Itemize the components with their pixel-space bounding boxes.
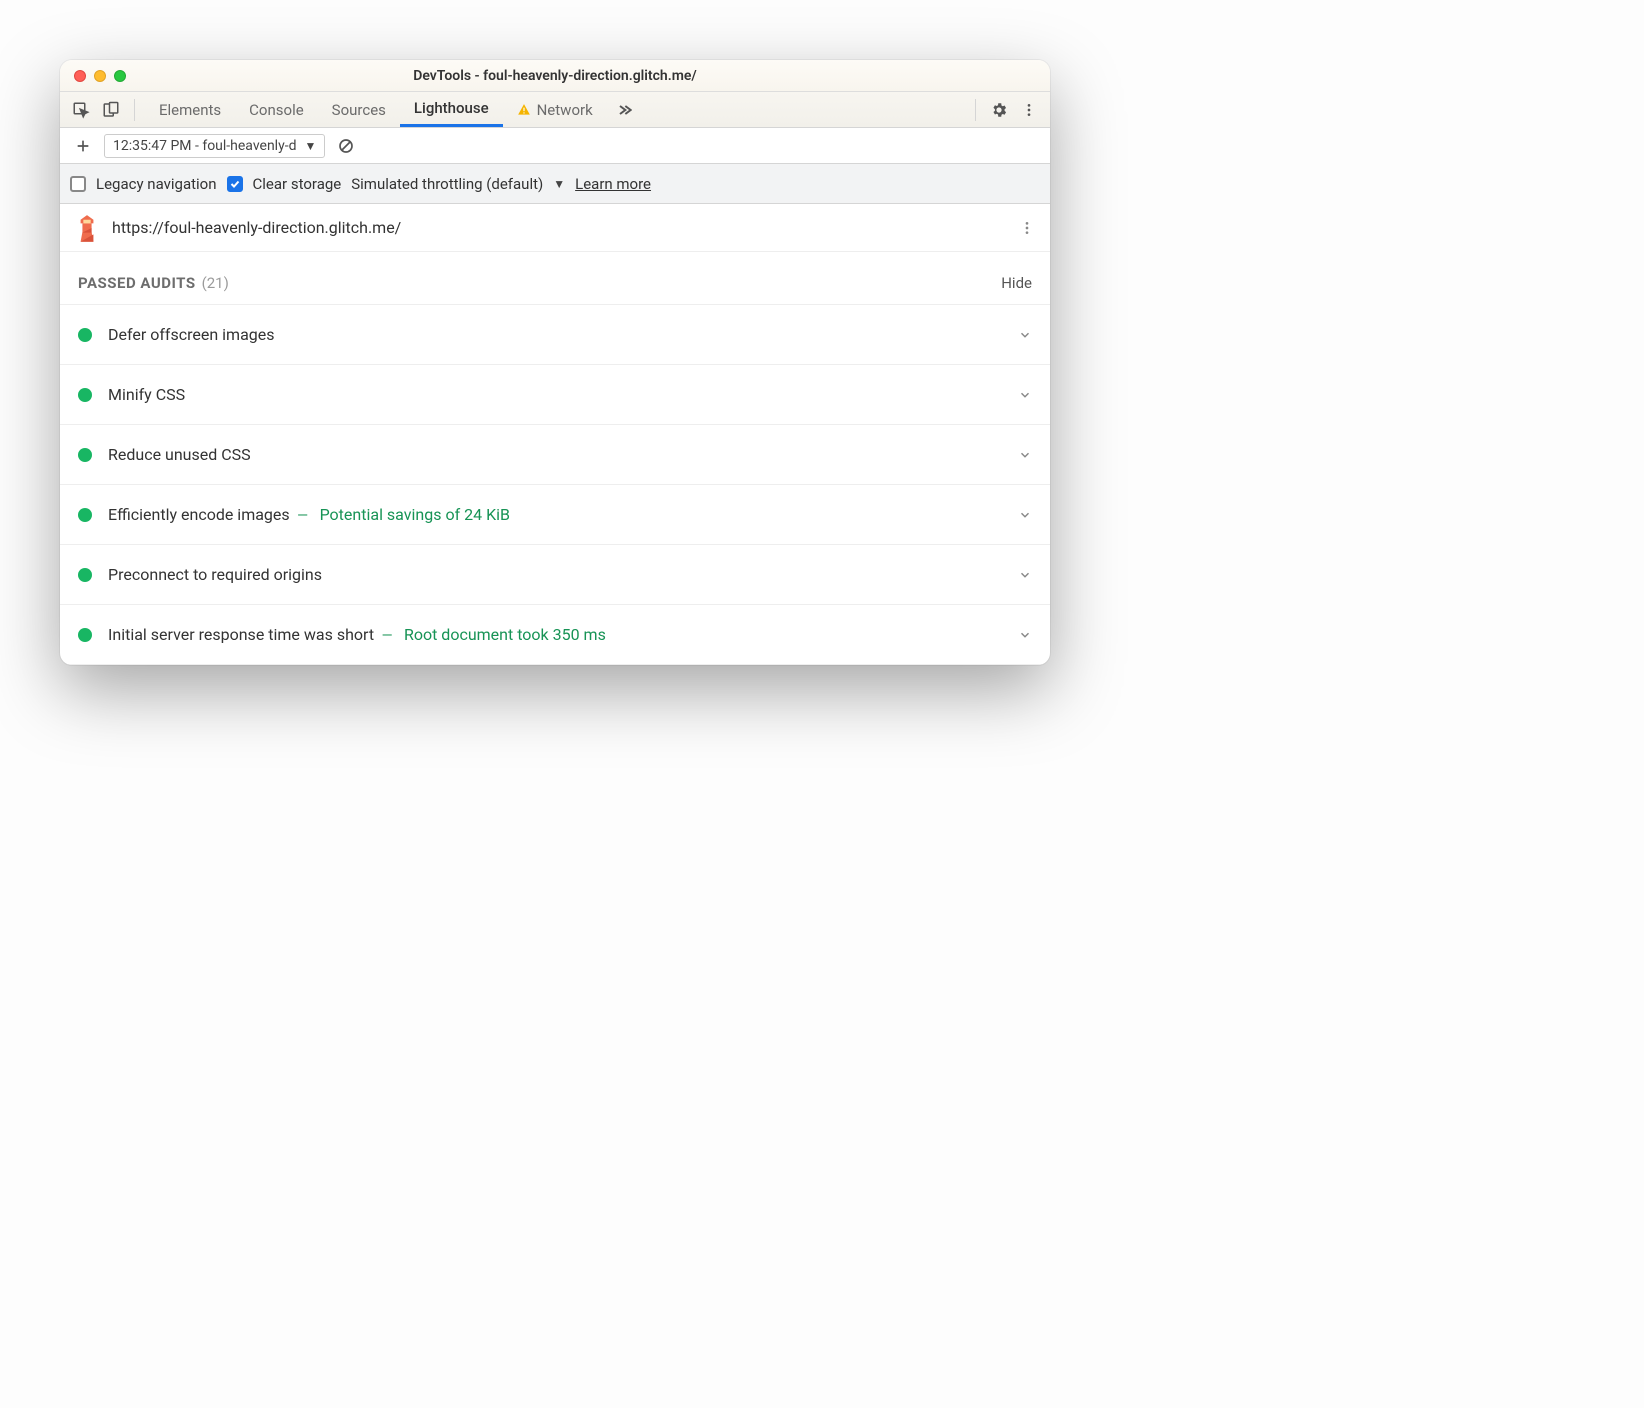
audit-row[interactable]: Minify CSS — [60, 365, 1050, 425]
audit-row[interactable]: Initial server response time was short —… — [60, 605, 1050, 665]
tab-network-label: Network — [537, 101, 593, 119]
tab-network[interactable]: Network — [503, 92, 607, 127]
dash: — — [297, 508, 308, 524]
audit-title: Reduce unused CSS — [108, 445, 251, 464]
audit-title: Preconnect to required origins — [108, 565, 322, 584]
section-count: (21) — [202, 274, 229, 292]
lighthouse-options: Legacy navigation Clear storage Simulate… — [60, 164, 1050, 204]
chevron-down-icon — [1018, 568, 1032, 582]
pass-icon — [78, 328, 92, 342]
report-urlbar: https://foul-heavenly-direction.glitch.m… — [60, 204, 1050, 252]
devtools-window: DevTools - foul-heavenly-direction.glitc… — [60, 60, 1050, 665]
audit-title: Efficiently encode images — [108, 505, 290, 524]
report-select[interactable]: 12:35:47 PM - foul-heavenly-d ▼ — [104, 134, 325, 158]
legacy-nav-checkbox[interactable] — [70, 176, 86, 192]
inspect-element-icon[interactable] — [68, 97, 94, 123]
audit-row[interactable]: Reduce unused CSS — [60, 425, 1050, 485]
lighthouse-icon — [76, 214, 98, 242]
audit-list: Defer offscreen images Minify CSS Reduce… — [60, 304, 1050, 665]
dropdown-arrow-icon: ▼ — [304, 139, 316, 153]
pass-icon — [78, 628, 92, 642]
titlebar: DevTools - foul-heavenly-direction.glitc… — [60, 60, 1050, 92]
clear-icon[interactable] — [333, 133, 359, 159]
lighthouse-toolbar: 12:35:47 PM - foul-heavenly-d ▼ — [60, 128, 1050, 164]
kebab-menu-icon[interactable] — [1016, 97, 1042, 123]
tab-console[interactable]: Console — [235, 92, 318, 127]
legacy-nav-label: Legacy navigation — [96, 175, 217, 193]
audited-url: https://foul-heavenly-direction.glitch.m… — [112, 218, 1000, 237]
audit-row[interactable]: Preconnect to required origins — [60, 545, 1050, 605]
throttling-label: Simulated throttling (default) — [351, 175, 543, 193]
divider — [134, 99, 135, 121]
chevron-down-icon — [1018, 508, 1032, 522]
audit-title: Initial server response time was short — [108, 625, 374, 644]
dash: — — [382, 628, 393, 644]
clear-storage-checkbox[interactable] — [227, 176, 243, 192]
window-controls — [60, 70, 126, 82]
audit-detail: Root document took 350 ms — [404, 625, 606, 644]
report-menu-icon[interactable] — [1014, 215, 1040, 241]
passed-audits-header[interactable]: Passed Audits (21) Hide — [60, 252, 1050, 304]
maximize-button[interactable] — [114, 70, 126, 82]
tab-elements[interactable]: Elements — [145, 92, 235, 127]
pass-icon — [78, 508, 92, 522]
tab-lighthouse[interactable]: Lighthouse — [400, 92, 503, 127]
pass-icon — [78, 568, 92, 582]
warning-icon — [517, 103, 531, 117]
tab-sources[interactable]: Sources — [318, 92, 400, 127]
clear-storage-label: Clear storage — [253, 175, 342, 193]
divider — [975, 99, 976, 121]
pass-icon — [78, 388, 92, 402]
device-toggle-icon[interactable] — [98, 97, 124, 123]
chevron-down-icon — [1018, 328, 1032, 342]
pass-icon — [78, 448, 92, 462]
chevron-down-icon — [1018, 388, 1032, 402]
hide-button[interactable]: Hide — [1001, 274, 1032, 292]
more-tabs-icon[interactable] — [611, 97, 637, 123]
new-report-icon[interactable] — [70, 133, 96, 159]
window-title: DevTools - foul-heavenly-direction.glitc… — [60, 68, 1050, 84]
learn-more-link[interactable]: Learn more — [575, 175, 651, 193]
section-title: Passed Audits — [78, 274, 196, 292]
audit-title: Defer offscreen images — [108, 325, 275, 344]
close-button[interactable] — [74, 70, 86, 82]
panel-tabstrip: Elements Console Sources Lighthouse Netw… — [60, 92, 1050, 128]
chevron-down-icon — [1018, 628, 1032, 642]
audit-row[interactable]: Defer offscreen images — [60, 305, 1050, 365]
report-select-label: 12:35:47 PM - foul-heavenly-d — [113, 138, 296, 154]
tabs: Elements Console Sources Lighthouse Netw… — [145, 92, 607, 127]
settings-icon[interactable] — [986, 97, 1012, 123]
audit-row[interactable]: Efficiently encode images — Potential sa… — [60, 485, 1050, 545]
chevron-down-icon — [1018, 448, 1032, 462]
minimize-button[interactable] — [94, 70, 106, 82]
throttling-dropdown-icon[interactable]: ▼ — [553, 177, 565, 191]
audit-detail: Potential savings of 24 KiB — [320, 505, 510, 524]
audit-title: Minify CSS — [108, 385, 185, 404]
